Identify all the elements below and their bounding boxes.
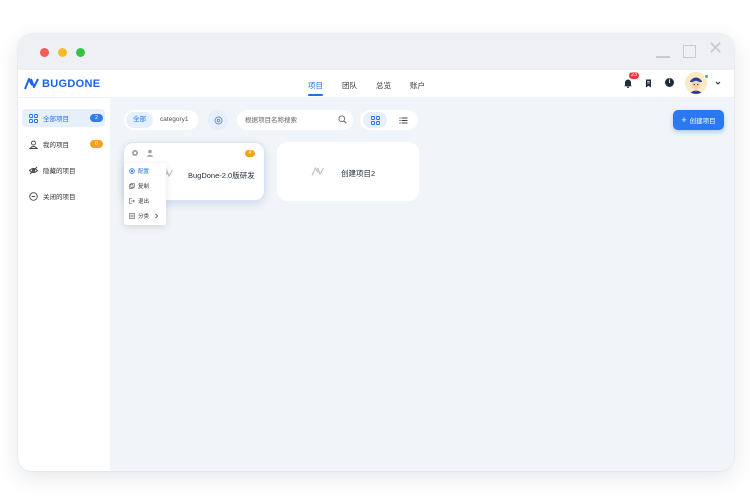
nav-overview[interactable]: 总览 bbox=[376, 70, 391, 98]
category-filter: 全部 category1 bbox=[124, 110, 198, 130]
sidebar-item-hidden-projects[interactable]: 隐藏的项目 bbox=[22, 161, 105, 179]
category-icon bbox=[129, 213, 135, 219]
info-icon[interactable]: i bbox=[665, 78, 674, 87]
minimize-window-dot[interactable] bbox=[58, 48, 67, 57]
nav-team[interactable]: 团队 bbox=[342, 70, 357, 98]
close-window-dot[interactable] bbox=[40, 48, 49, 57]
category-settings-button[interactable] bbox=[208, 110, 228, 130]
maximize-window-dot[interactable] bbox=[76, 48, 85, 57]
count-badge: 2 bbox=[90, 114, 103, 122]
create-project-label: 创建项目 bbox=[689, 118, 716, 125]
menu-item-configure[interactable]: 配置 bbox=[124, 164, 166, 178]
settings-icon[interactable] bbox=[131, 149, 139, 157]
sidebar-item-all-projects[interactable]: 全部项目 2 bbox=[22, 109, 105, 127]
plus-icon: + bbox=[681, 114, 687, 125]
user-icon[interactable] bbox=[146, 149, 154, 157]
chevron-down-icon[interactable] bbox=[715, 80, 721, 86]
menu-item-label: 配置 bbox=[138, 169, 150, 175]
close-circle-icon bbox=[29, 191, 38, 201]
menu-item-label: 退出 bbox=[138, 199, 150, 205]
nav-account[interactable]: 账户 bbox=[410, 70, 425, 98]
user-icon bbox=[29, 140, 38, 149]
chevron-right-icon bbox=[155, 213, 159, 219]
view-toggle bbox=[360, 110, 418, 130]
menu-item-label: 复制 bbox=[138, 184, 150, 190]
sidebar-item-closed-projects[interactable]: 关闭的项目 bbox=[22, 187, 105, 205]
project-context-menu: 配置 复制 退出 分类 bbox=[124, 163, 166, 225]
project-card[interactable]: 创建项目2 bbox=[277, 142, 419, 201]
menu-item-label: 分类 bbox=[138, 214, 150, 220]
sidebar: 全部项目 2 我的项目 0 隐藏的项目 关闭的项目 bbox=[18, 98, 110, 471]
list-view-icon bbox=[398, 116, 407, 124]
window-titlebar: ✕ bbox=[18, 34, 734, 70]
filter-category1[interactable]: category1 bbox=[153, 112, 196, 128]
maximize-icon[interactable] bbox=[683, 45, 696, 58]
sidebar-item-label: 全部项目 bbox=[43, 116, 69, 123]
app-window: ✕ BUGDONE 项目 团队 总览 账户 23 i 全部项目 2 我的项目 0… bbox=[18, 34, 734, 471]
filter-all[interactable]: 全部 bbox=[126, 112, 153, 128]
brand-logo[interactable]: BUGDONE bbox=[24, 77, 100, 91]
sidebar-item-my-projects[interactable]: 我的项目 0 bbox=[22, 135, 105, 153]
project-badge: 4 bbox=[245, 150, 255, 157]
grid-view-button[interactable] bbox=[363, 112, 387, 128]
bell-icon[interactable] bbox=[623, 78, 633, 88]
copy-icon bbox=[129, 183, 135, 189]
grid-icon bbox=[29, 113, 38, 123]
app-header: BUGDONE 项目 团队 总览 账户 23 i bbox=[18, 70, 734, 98]
eye-off-icon bbox=[29, 166, 38, 174]
grid-view-icon bbox=[370, 115, 380, 125]
project-logo-icon bbox=[311, 167, 324, 176]
create-project-button[interactable]: + 创建项目 bbox=[673, 110, 724, 130]
bookmark-icon[interactable] bbox=[645, 79, 652, 88]
online-status-dot bbox=[704, 74, 709, 79]
sidebar-item-label: 隐藏的项目 bbox=[43, 168, 76, 175]
search-input[interactable] bbox=[237, 110, 353, 130]
search-icon[interactable] bbox=[338, 115, 347, 124]
minimize-icon[interactable] bbox=[656, 56, 670, 58]
top-nav: 项目 团队 总览 账户 bbox=[308, 70, 444, 98]
project-title: BugDone-2.0版研发 bbox=[188, 171, 255, 180]
nav-projects[interactable]: 项目 bbox=[308, 70, 323, 98]
brand-name: BUGDONE bbox=[42, 78, 101, 90]
sidebar-item-label: 我的项目 bbox=[43, 142, 69, 149]
settings-icon bbox=[214, 116, 222, 124]
list-view-button[interactable] bbox=[391, 112, 415, 128]
menu-item-copy[interactable]: 复制 bbox=[124, 179, 166, 193]
sidebar-item-label: 关闭的项目 bbox=[43, 194, 76, 201]
bugdone-logo-icon bbox=[24, 78, 39, 90]
menu-item-category[interactable]: 分类 bbox=[124, 209, 166, 223]
close-icon[interactable]: ✕ bbox=[708, 40, 723, 58]
exit-icon bbox=[129, 198, 135, 204]
menu-item-exit[interactable]: 退出 bbox=[124, 194, 166, 208]
notification-badge: 23 bbox=[629, 72, 640, 79]
count-badge: 0 bbox=[90, 140, 103, 148]
project-title: 创建项目2 bbox=[341, 169, 376, 178]
settings-icon bbox=[129, 168, 135, 174]
